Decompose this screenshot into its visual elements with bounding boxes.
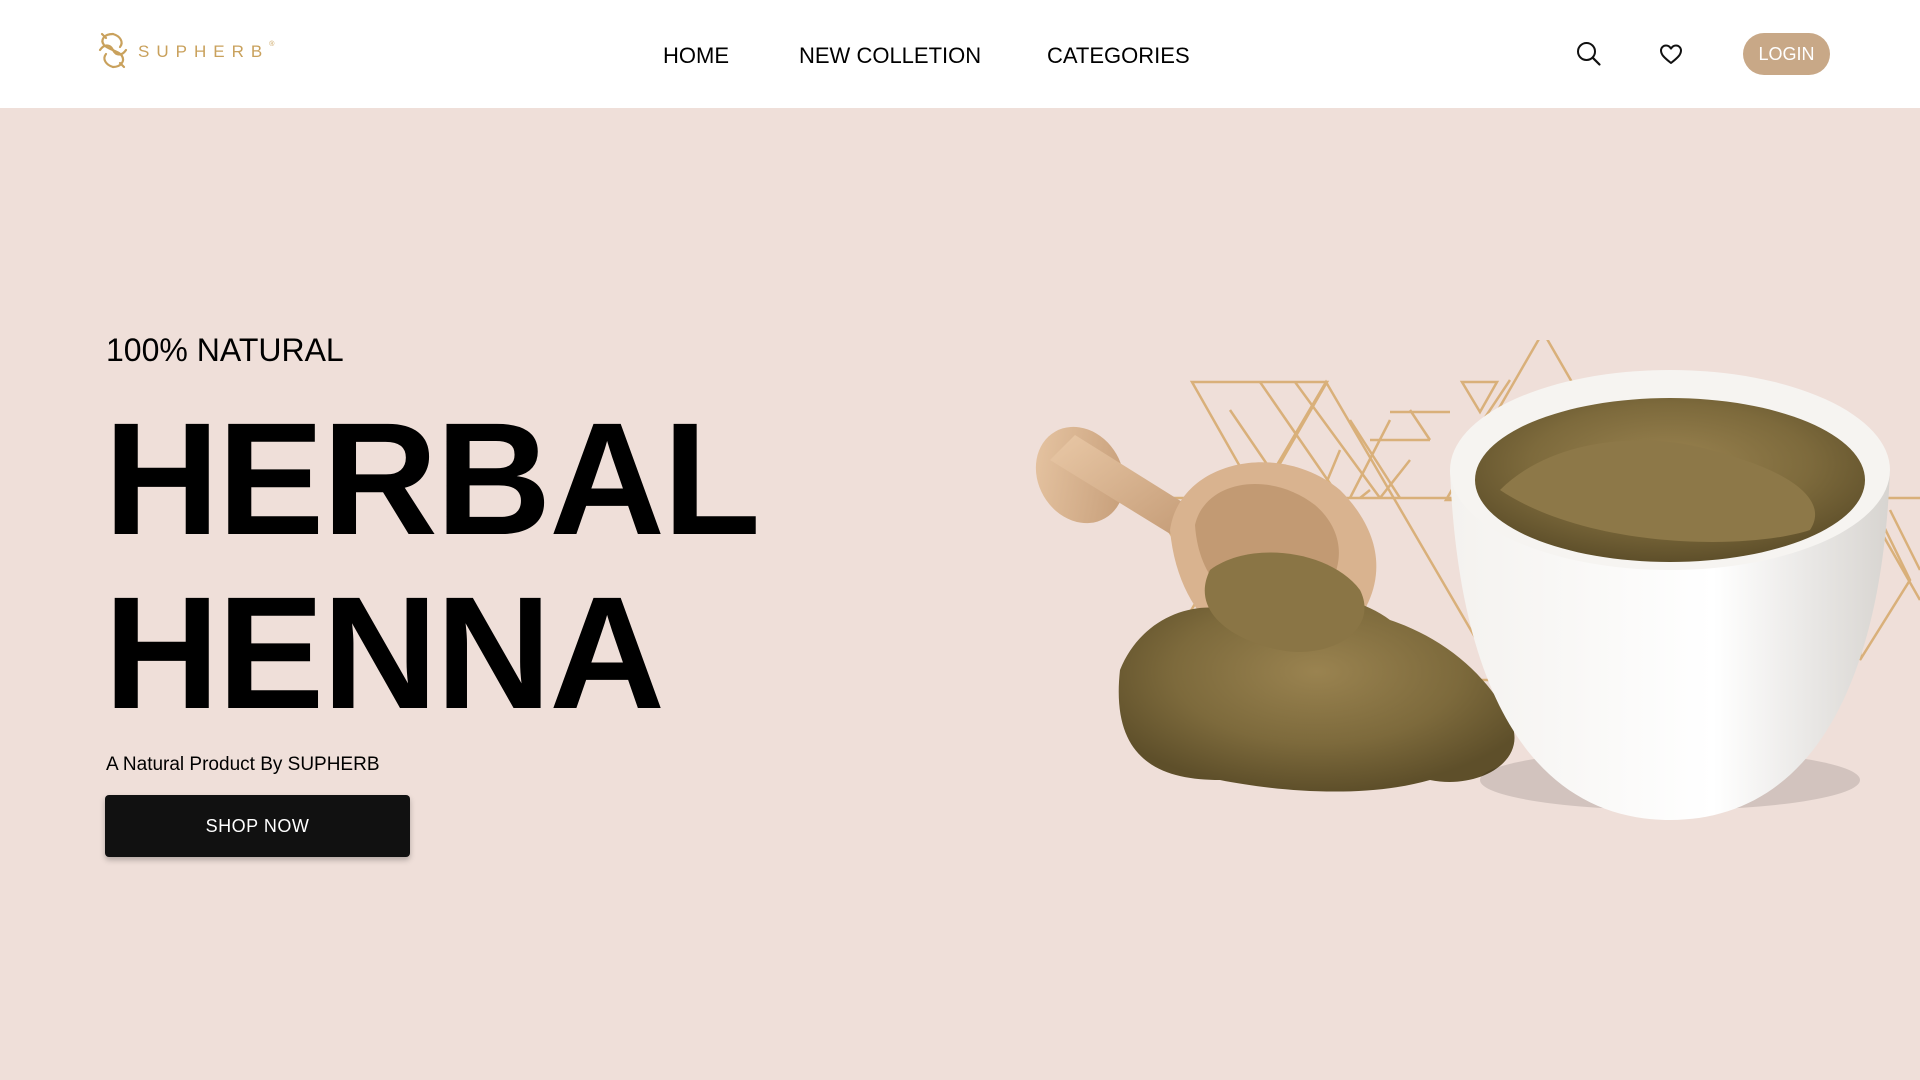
hero-kicker: 100% NATURAL <box>106 332 344 368</box>
heart-icon[interactable] <box>1658 42 1686 70</box>
henna-product-image <box>1035 340 1920 820</box>
nav-categories-link[interactable]: CATEGORIES <box>1047 43 1190 69</box>
hero-title: HERBAL HENNA <box>104 389 761 742</box>
henna-powder-pile <box>1118 552 1515 792</box>
hero-title-line-2: HENNA <box>104 563 665 742</box>
nav-new-collection-link[interactable]: NEW COLLETION <box>799 43 981 69</box>
main-nav: HOME NEW COLLETION CATEGORIES <box>0 43 1920 69</box>
search-icon[interactable] <box>1575 40 1603 68</box>
login-button[interactable]: LOGIN <box>1743 33 1830 75</box>
navbar: SUPHERB® HOME NEW COLLETION CATEGORIES L… <box>0 0 1920 108</box>
nav-home-link[interactable]: HOME <box>663 43 729 69</box>
white-bowl <box>1450 370 1890 820</box>
hero-title-line-1: HERBAL <box>104 389 761 568</box>
shop-now-button[interactable]: SHOP NOW <box>105 795 410 857</box>
hero-subtitle: A Natural Product By SUPHERB <box>106 754 380 775</box>
